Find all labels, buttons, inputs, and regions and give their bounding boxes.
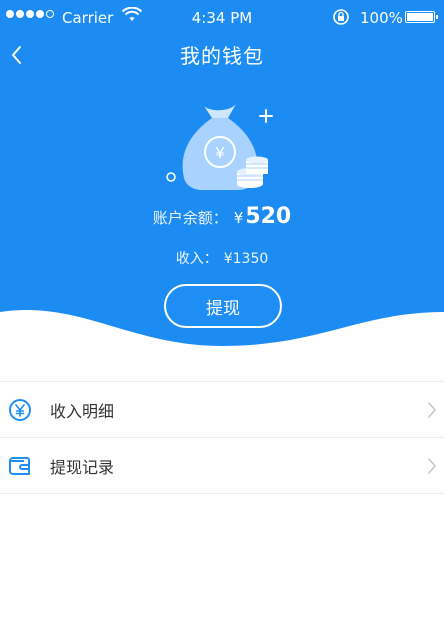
wallet-icon <box>9 456 30 475</box>
bag-yuan-symbol: ¥ <box>215 145 225 162</box>
status-bar: Carrier 4:34 PM 100% <box>0 0 444 36</box>
list-item-income-details[interactable]: 收入明细 <box>0 382 444 438</box>
navigation-bar: 我的钱包 <box>0 36 444 74</box>
rotation-lock-icon <box>332 8 350 30</box>
wallet-menu-list: 收入明细 提现记录 <box>0 381 444 494</box>
chevron-right-icon <box>428 458 436 474</box>
list-item-label: 提现记录 <box>50 457 115 477</box>
withdraw-button[interactable]: 提现 <box>164 284 282 328</box>
balance-amount: 520 <box>245 204 292 229</box>
money-bag-icon: ¥ <box>166 104 273 190</box>
income-display: 收入： ¥1350 <box>0 248 444 268</box>
balance-display: 账户余额： ¥520 <box>0 204 444 229</box>
income-value: ¥1350 <box>223 251 269 267</box>
battery-percentage: 100% <box>360 9 403 27</box>
list-item-label: 收入明细 <box>50 401 115 421</box>
balance-currency: ¥ <box>233 209 244 227</box>
yuan-circle-icon <box>9 398 31 421</box>
battery-icon <box>405 11 438 23</box>
chevron-right-icon <box>428 402 436 418</box>
income-label: 收入： <box>175 251 218 267</box>
page-title: 我的钱包 <box>180 44 264 68</box>
list-item-withdraw-records[interactable]: 提现记录 <box>0 438 444 494</box>
balance-label: 账户余额： <box>152 209 228 227</box>
